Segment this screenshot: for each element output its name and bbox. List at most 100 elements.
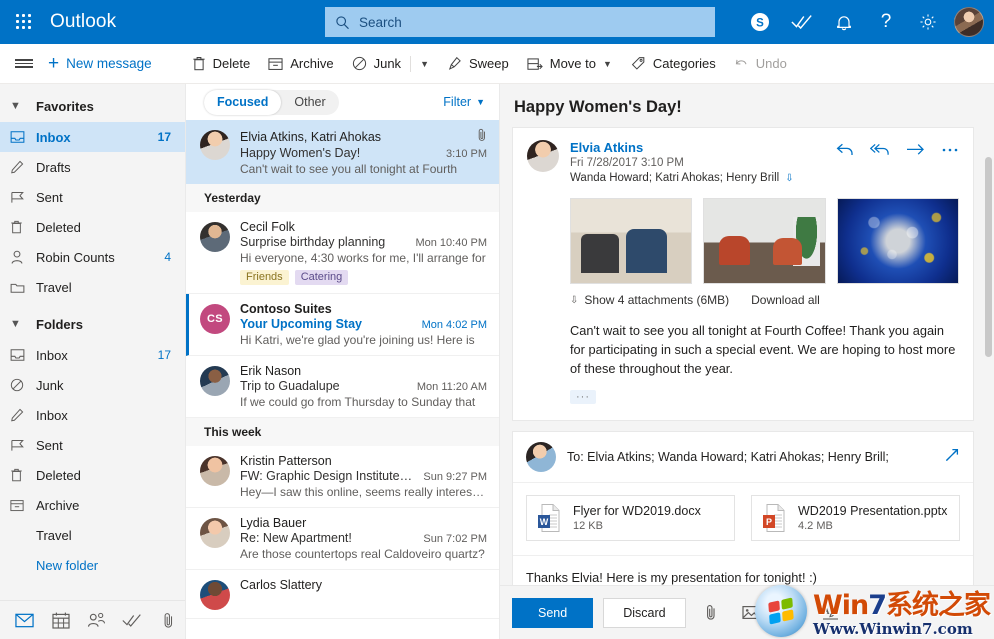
new-folder-button[interactable]: New folder <box>0 550 185 580</box>
sidebar-item-inbox-fav[interactable]: Inbox 17 <box>0 122 185 152</box>
discard-button[interactable]: Discard <box>603 597 686 628</box>
categories-label: Categories <box>652 56 716 71</box>
search-icon <box>336 15 349 29</box>
compose-to-field[interactable]: To: Elvia Atkins; Wanda Howard; Katri Ah… <box>567 450 889 464</box>
settings-gear-icon[interactable] <box>908 0 948 44</box>
list-item[interactable]: Kristin Patterson FW: Graphic Design Ins… <box>186 446 499 508</box>
list-item[interactable]: Elvia Atkins, Katri Ahokas Happy Women's… <box>186 120 499 184</box>
thumbnail-photo-2[interactable] <box>703 198 826 284</box>
people-icon[interactable] <box>80 605 114 635</box>
send-button[interactable]: Send <box>512 597 594 628</box>
sweep-button[interactable]: Sweep <box>438 49 518 79</box>
list-item[interactable]: CS Contoso Suites Your Upcoming Stay Mon… <box>186 294 499 356</box>
show-attachments-button[interactable]: ⇩ Show 4 attachments (6MB) <box>570 293 729 307</box>
message-time: Sun 9:27 PM <box>423 471 487 483</box>
sidebar-item-travel[interactable]: Travel <box>0 520 185 550</box>
hamburger-menu-button[interactable] <box>0 44 48 84</box>
tasks-icon[interactable] <box>115 605 149 635</box>
compose-body[interactable]: Thanks Elvia! Here is my presentation fo… <box>513 556 973 585</box>
outlook-web-app: Outlook Search S ? + New message Delete … <box>0 0 994 639</box>
reading-scroll-area[interactable]: Elvia Atkins Fri 7/28/2017 3:10 PM Wanda… <box>500 127 994 585</box>
attachment-links: ⇩ Show 4 attachments (6MB) Download all <box>570 293 959 307</box>
sidebar-item-archive[interactable]: Archive <box>0 490 185 520</box>
forward-icon[interactable] <box>906 142 925 162</box>
list-item[interactable]: Erik Nason Trip to Guadalupe Mon 11:20 A… <box>186 356 499 418</box>
reply-all-icon[interactable] <box>869 142 890 162</box>
message-list[interactable]: Elvia Atkins, Katri Ahokas Happy Women's… <box>186 120 499 639</box>
thumbnail-photo-3[interactable] <box>836 198 959 284</box>
filter-button[interactable]: Filter ▼ <box>443 95 485 109</box>
sidebar-item-robin-counts[interactable]: Robin Counts 4 <box>0 242 185 272</box>
sidebar-item-junk[interactable]: Junk <box>0 370 185 400</box>
sidebar-item-label: Deleted <box>36 467 81 483</box>
reading-pane: Happy Women's Day! Elvia Atkins Fri 7/28… <box>500 84 994 639</box>
skype-icon[interactable]: S <box>740 0 780 44</box>
attachment-chip-pptx[interactable]: P WD2019 Presentation.pptx 4.2 MB <box>751 495 960 541</box>
sidebar-item-inbox[interactable]: Inbox 17 <box>0 340 185 370</box>
reply-icon[interactable] <box>836 142 854 162</box>
app-launcher-button[interactable] <box>0 14 48 30</box>
files-clip-icon[interactable] <box>151 605 185 635</box>
message-card: Elvia Atkins Fri 7/28/2017 3:10 PM Wanda… <box>512 127 974 421</box>
message-list-toolbar: Focused Other Filter ▼ <box>186 84 499 120</box>
sidebar-item-sent-folder[interactable]: Sent <box>0 430 185 460</box>
sweep-label: Sweep <box>468 56 509 71</box>
emoji-icon[interactable] <box>776 598 806 628</box>
notification-bell-icon[interactable] <box>824 0 864 44</box>
junk-divider <box>410 55 412 72</box>
search-input[interactable]: Search <box>325 7 715 37</box>
insert-picture-icon[interactable] <box>736 598 766 628</box>
favorites-header[interactable]: ▼ Favorites <box>0 90 185 122</box>
sidebar-item-sent[interactable]: Sent <box>0 182 185 212</box>
mail-icon[interactable] <box>8 605 42 635</box>
signature-icon[interactable]: A <box>816 598 846 628</box>
junk-label: Junk <box>373 56 402 71</box>
sidebar-item-deleted-folder[interactable]: Deleted <box>0 460 185 490</box>
list-item[interactable]: Carlos Slattery <box>186 570 499 619</box>
sidebar-item-drafts-folder[interactable]: Inbox <box>0 400 185 430</box>
new-message-button[interactable]: + New message <box>48 49 161 79</box>
delete-button[interactable]: Delete <box>183 49 260 79</box>
categories-button[interactable]: Categories <box>621 49 725 79</box>
move-to-label: Move to <box>549 56 596 71</box>
attachment-size: 4.2 MB <box>798 520 833 532</box>
help-glyph: ? <box>880 11 892 32</box>
tab-focused[interactable]: Focused <box>204 89 282 115</box>
junk-button[interactable]: Junk ▼ <box>343 49 438 79</box>
expand-message-button[interactable]: ··· <box>570 390 596 404</box>
pop-out-icon[interactable] <box>944 447 960 468</box>
more-actions-icon[interactable] <box>941 142 959 162</box>
category-tag-catering[interactable]: Catering <box>294 270 349 285</box>
account-avatar[interactable] <box>954 7 984 37</box>
reading-scrollbar[interactable] <box>985 157 992 577</box>
list-item[interactable]: Cecil Folk Surprise birthday planning Mo… <box>186 212 499 294</box>
folders-header[interactable]: ▼ Folders <box>0 308 185 340</box>
undo-icon <box>735 59 747 65</box>
junk-chevron-down-icon[interactable]: ▼ <box>420 59 429 69</box>
list-item[interactable]: Lydia Bauer Re: New Apartment! Sun 7:02 … <box>186 508 499 570</box>
sidebar-item-drafts[interactable]: Drafts <box>0 152 185 182</box>
thumbnail-photo-1[interactable] <box>570 198 693 284</box>
move-to-button[interactable]: Move to ▼ <box>518 49 621 79</box>
attach-clip-icon[interactable] <box>696 598 726 628</box>
sender-name[interactable]: Elvia Atkins <box>570 140 794 155</box>
attachment-chip-docx[interactable]: W Flyer for WD2019.docx 12 KB <box>526 495 735 541</box>
sidebar-item-label: Inbox <box>36 129 71 145</box>
calendar-icon[interactable] <box>44 605 78 635</box>
sidebar-item-travel-fav[interactable]: Travel <box>0 272 185 302</box>
category-tag-friends[interactable]: Friends <box>240 270 289 285</box>
expand-recipients-chevron-icon[interactable]: ⇩ <box>785 173 793 184</box>
move-to-chevron-down-icon[interactable]: ▼ <box>603 59 612 69</box>
message-recipients: Wanda Howard; Katri Ahokas; Henry Brill … <box>570 172 794 184</box>
message-preview: Can't wait to see you all tonight at Fou… <box>240 162 458 176</box>
sidebar-item-deleted[interactable]: Deleted <box>0 212 185 242</box>
help-question-icon[interactable]: ? <box>866 0 906 44</box>
chevron-down-icon: ▼ <box>10 100 21 112</box>
trash-icon <box>10 468 36 482</box>
download-all-button[interactable]: Download all <box>751 293 820 307</box>
archive-button[interactable]: Archive <box>259 49 342 79</box>
sender-avatar <box>527 140 559 172</box>
tasks-check-icon[interactable] <box>782 0 822 44</box>
tab-other[interactable]: Other <box>281 90 338 115</box>
message-time: Mon 10:40 PM <box>415 237 487 249</box>
